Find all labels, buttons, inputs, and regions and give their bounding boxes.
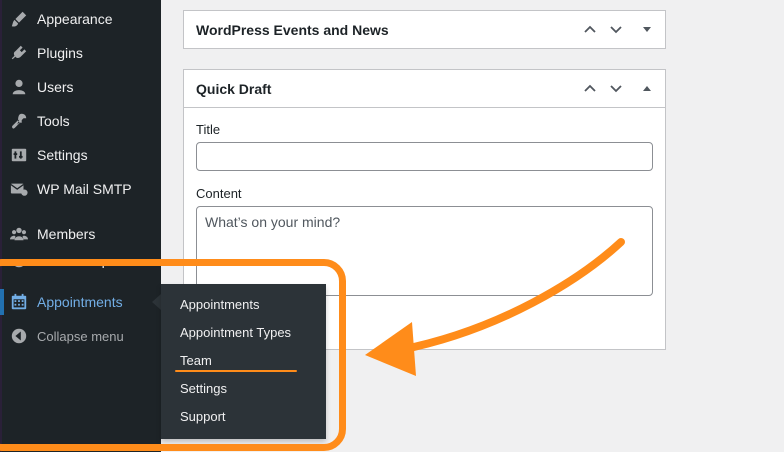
screen: WordPress Events and News Quick Draft Ti… bbox=[0, 0, 784, 452]
arrow-annotation bbox=[365, 238, 625, 376]
